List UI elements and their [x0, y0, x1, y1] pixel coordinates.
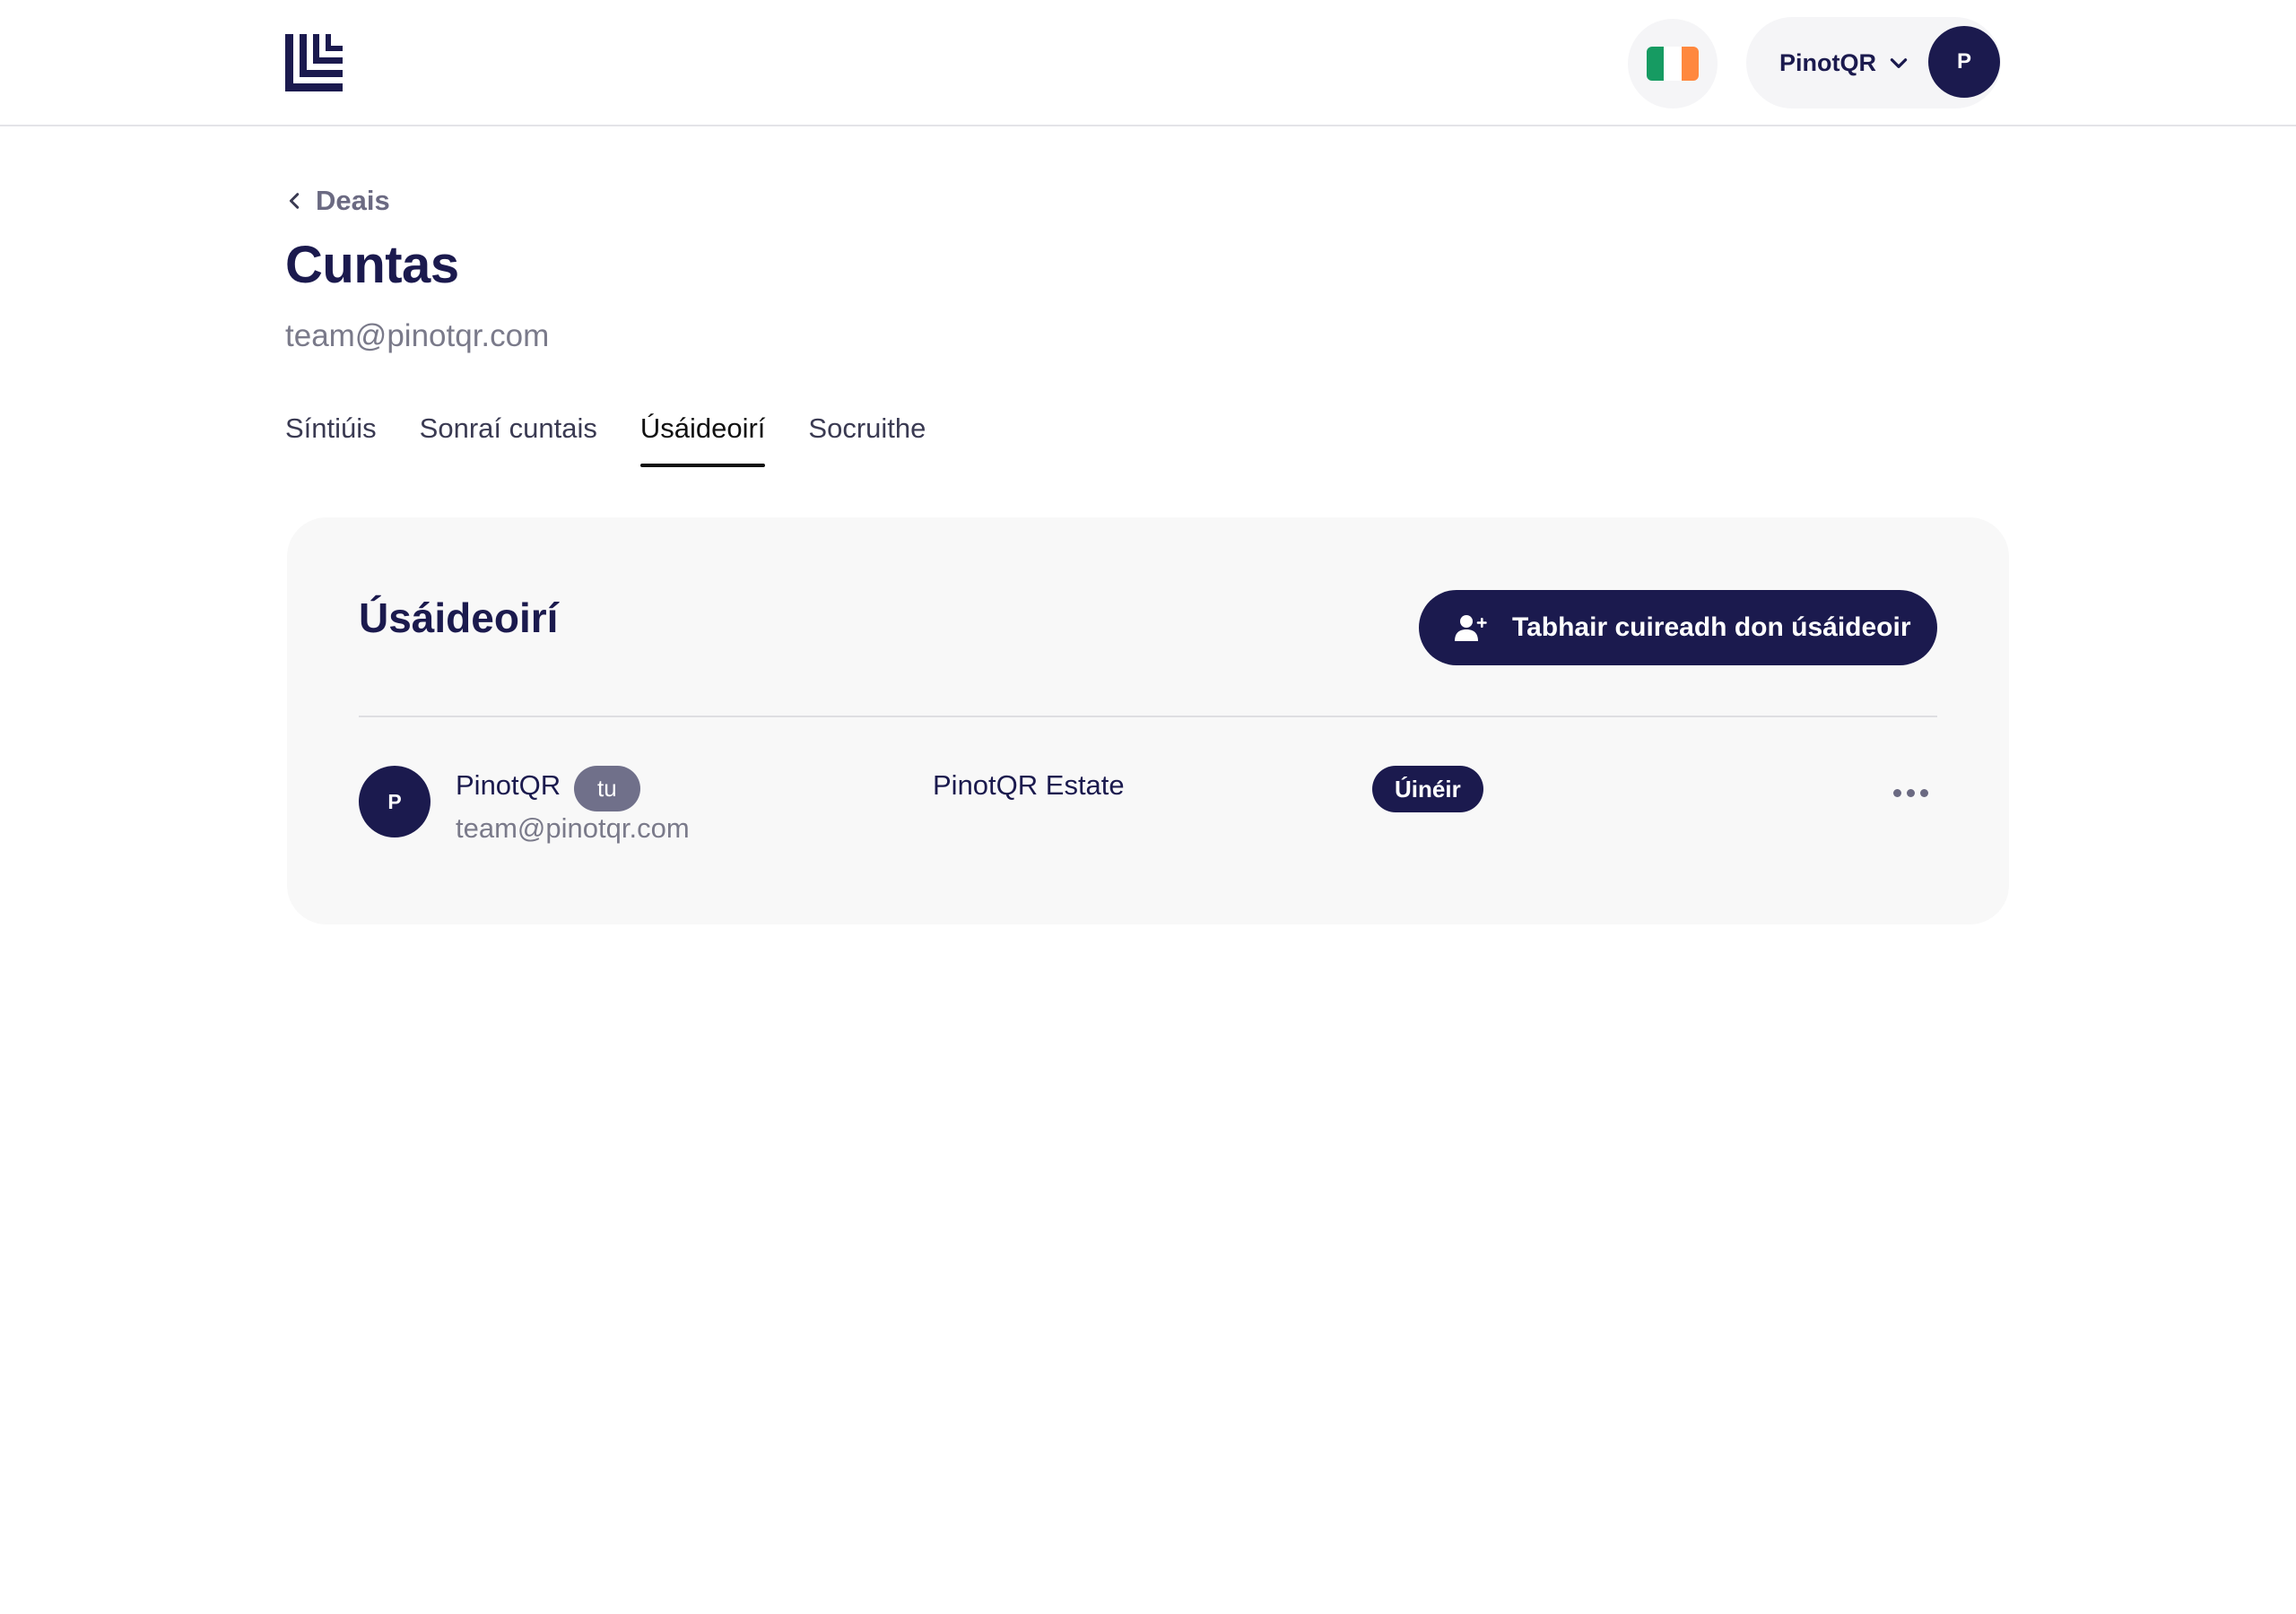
user-email: team@pinotqr.com	[456, 812, 690, 844]
dot	[1919, 788, 1928, 797]
account-tabs: Síntiúis Sonraí cuntais Úsáideoirí Socru…	[285, 408, 969, 467]
user-row: P PinotQR tu team@pinotqr.com PinotQR Es…	[359, 766, 1937, 855]
account-menu-button[interactable]: PinotQR P	[1746, 17, 2001, 108]
dot	[1906, 788, 1915, 797]
user-organization: PinotQR Estate	[933, 769, 1125, 801]
top-navigation-bar: PinotQR P	[0, 0, 2296, 126]
invite-user-label: Tabhair cuireadh don úsáideoir	[1512, 612, 1911, 642]
divider	[359, 716, 1937, 717]
tab-settings[interactable]: Socruithe	[808, 408, 926, 467]
dot	[1892, 788, 1901, 797]
back-link-label: Deais	[316, 185, 390, 216]
back-link[interactable]: Deais	[285, 183, 390, 219]
add-user-icon	[1455, 615, 1487, 641]
chevron-left-icon	[289, 193, 300, 209]
ireland-flag-icon	[1647, 47, 1699, 81]
account-name: PinotQR	[1779, 49, 1876, 76]
invite-user-button[interactable]: Tabhair cuireadh don úsáideoir	[1419, 590, 1937, 665]
users-card-title: Úsáideoirí	[359, 594, 559, 641]
user-avatar: P	[359, 766, 430, 837]
account-email: team@pinotqr.com	[285, 318, 550, 353]
tab-account-details[interactable]: Sonraí cuntais	[420, 408, 597, 467]
tab-subscriptions[interactable]: Síntiúis	[285, 408, 377, 467]
more-options-icon[interactable]	[1883, 775, 1937, 811]
current-user-badge: tu	[574, 766, 640, 811]
page-title: Cuntas	[285, 236, 459, 294]
chevron-down-icon	[1890, 58, 1908, 68]
users-card: Úsáideoirí Tabhair cuireadh don úsáideoi…	[287, 517, 2009, 924]
role-badge: Úinéir	[1372, 766, 1483, 812]
account-avatar: P	[1928, 26, 2000, 98]
language-selector-button[interactable]	[1628, 19, 1718, 108]
logo-icon[interactable]	[285, 34, 343, 91]
user-name: PinotQR	[456, 769, 561, 801]
tab-users[interactable]: Úsáideoirí	[639, 408, 765, 467]
